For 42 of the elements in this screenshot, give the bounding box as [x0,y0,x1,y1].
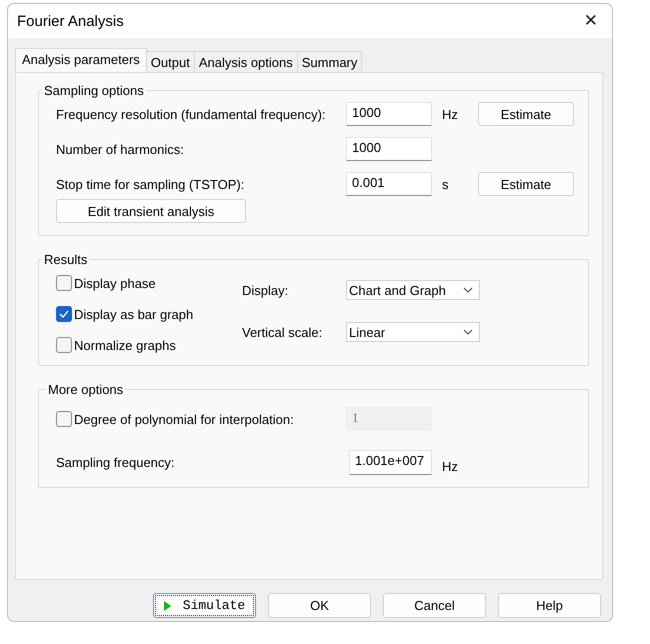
field-label: Vertical scale: [242,324,324,340]
field-label: Display: [242,282,290,298]
dialog-button[interactable]: Cancel [383,593,486,618]
unit-label: Hz [441,106,459,122]
simulate-button[interactable]: Simulate [153,593,256,618]
checkbox[interactable] [56,306,72,322]
checkbox-label: Normalize graphs [74,338,176,352]
dropdown[interactable]: Linear [346,322,480,342]
estimate-button[interactable]: Estimate [478,172,574,196]
input-field[interactable]: 1.001e+007 [349,450,432,475]
checkbox[interactable] [56,337,72,353]
tab[interactable]: Analysis parameters [15,48,147,72]
checkbox-label: Display phase [74,276,156,290]
group-title: Sampling options [43,83,145,98]
chevron-down-icon [463,329,473,335]
checkbox[interactable] [56,275,72,291]
unit-label: Hz [441,458,459,474]
checkbox-label: Degree of polynomial for interpolation: [74,412,294,426]
field-label: Sampling frequency: [56,455,176,470]
dialog-button[interactable]: Help [498,593,601,618]
group-title: More options [47,382,124,397]
input-field[interactable]: 1000 [346,137,432,161]
tab[interactable]: Analysis options [194,51,298,72]
group-title: Results [43,252,88,267]
dropdown[interactable]: Chart and Graph [346,280,480,300]
input-field[interactable]: 1000 [346,102,432,126]
estimate-button[interactable]: Estimate [478,102,574,126]
chevron-down-icon [463,287,473,293]
tab[interactable]: Output [146,51,195,72]
field-label: Number of harmonics: [56,142,185,156]
checkbox-label: Display as bar graph [74,306,194,322]
edit-transient-button[interactable]: Edit transient analysis [56,199,246,223]
field-label: Stop time for sampling (TSTOP): [56,176,246,192]
close-button[interactable]: ✕ [580,11,602,31]
play-icon [164,600,171,610]
dialog-button[interactable]: OK [268,593,371,618]
input-field[interactable]: 0.001 [346,172,432,196]
field-label: Frequency resolution (fundamental frequency): [56,106,327,122]
unit-label: s [441,176,450,192]
check-icon [59,310,69,318]
tab[interactable]: Summary [296,51,362,72]
window-title: Fourier Analysis [17,12,124,30]
